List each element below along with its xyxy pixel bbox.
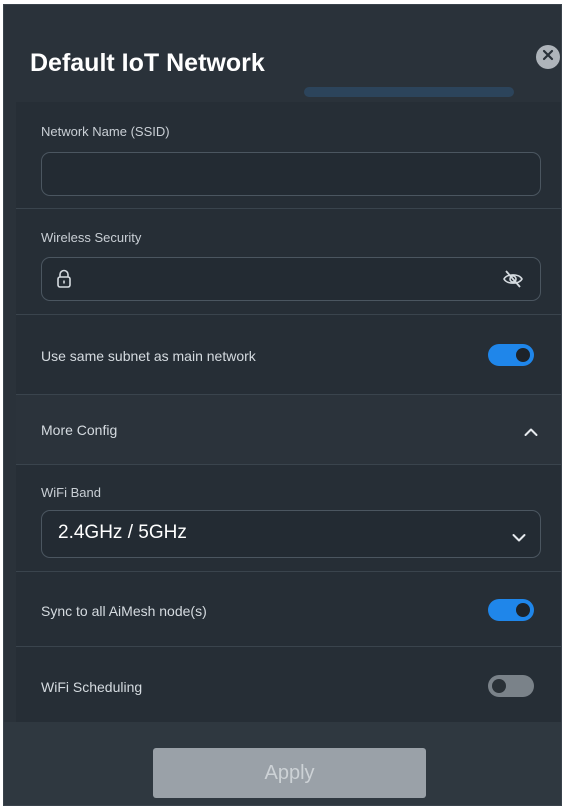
same-subnet-row: Use same subnet as main network <box>16 315 561 395</box>
header-highlight <box>304 87 514 97</box>
iot-network-dialog: Default IoT Network Network Name (SSID) … <box>3 4 562 806</box>
toggle-knob <box>516 603 530 617</box>
wifi-band-label: WiFi Band <box>41 485 101 500</box>
dialog-title: Default IoT Network <box>30 49 265 77</box>
sync-aimesh-toggle[interactable] <box>488 599 534 621</box>
wifi-scheduling-label: WiFi Scheduling <box>41 679 143 695</box>
apply-button[interactable]: Apply <box>153 748 426 798</box>
close-icon <box>542 48 554 66</box>
eye-off-icon[interactable] <box>502 269 524 294</box>
same-subnet-label: Use same subnet as main network <box>41 348 256 364</box>
lock-icon <box>56 269 72 294</box>
ssid-input[interactable] <box>41 152 541 196</box>
dialog-footer: Apply <box>4 722 561 805</box>
more-config-header[interactable]: More Config <box>16 395 561 465</box>
more-config-label: More Config <box>41 422 118 438</box>
chevron-up-icon <box>524 424 538 442</box>
toggle-knob <box>516 348 530 362</box>
wifi-band-value: 2.4GHz / 5GHz <box>58 522 187 543</box>
ssid-section: Network Name (SSID) <box>16 102 561 209</box>
wifi-scheduling-row: WiFi Scheduling <box>16 647 561 722</box>
wifi-scheduling-toggle[interactable] <box>488 675 534 697</box>
sync-aimesh-row: Sync to all AiMesh node(s) <box>16 572 561 647</box>
toggle-knob <box>492 679 506 693</box>
chevron-down-icon <box>512 530 526 548</box>
security-section: Wireless Security <box>16 209 561 315</box>
sync-aimesh-label: Sync to all AiMesh node(s) <box>41 603 207 619</box>
settings-panel: Network Name (SSID) Wireless Security Us… <box>16 102 561 722</box>
close-button[interactable] <box>536 45 560 69</box>
wifi-band-select[interactable]: 2.4GHz / 5GHz <box>41 510 541 558</box>
same-subnet-toggle[interactable] <box>488 344 534 366</box>
security-label: Wireless Security <box>41 230 142 245</box>
security-password-input[interactable] <box>41 257 541 301</box>
ssid-label: Network Name (SSID) <box>41 124 170 139</box>
wifi-band-section: WiFi Band 2.4GHz / 5GHz <box>16 465 561 572</box>
